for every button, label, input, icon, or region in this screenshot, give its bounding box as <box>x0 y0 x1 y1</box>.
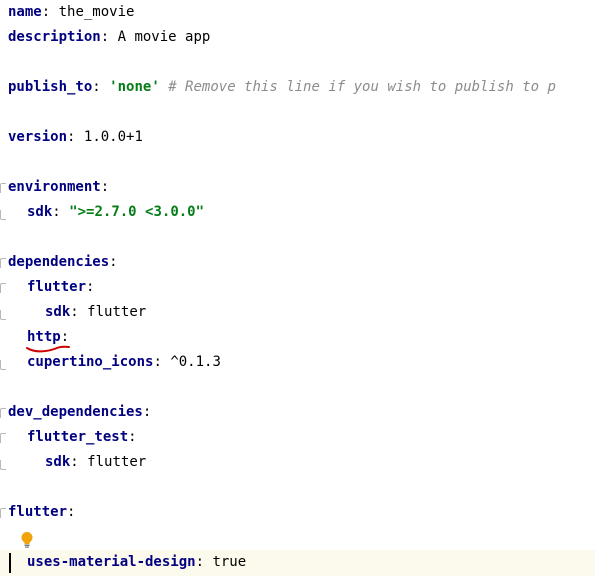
yaml-key: uses-material-design <box>27 554 196 570</box>
yaml-key: dependencies <box>8 254 110 270</box>
yaml-key: sdk <box>45 454 71 470</box>
line-dependencies[interactable]: dependencies: <box>0 250 118 275</box>
line-description[interactable]: description: A movie app <box>0 25 210 50</box>
yaml-colon: : <box>67 129 76 145</box>
line-flutter-section[interactable]: flutter: <box>0 500 75 525</box>
yaml-key: flutter_test <box>27 429 129 445</box>
yaml-colon: : <box>100 29 110 45</box>
yaml-colon: : <box>153 354 162 370</box>
yaml-value: ^0.1.3 <box>170 354 221 370</box>
line-environment-sdk[interactable]: sdk: ">=2.7.0 <3.0.0" <box>0 200 204 225</box>
line-version[interactable]: version: 1.0.0+1 <box>0 125 143 150</box>
yaml-key: name <box>8 4 42 20</box>
yaml-colon: : <box>100 179 110 195</box>
yaml-value: A movie app <box>117 29 211 45</box>
line-cupertino-icons[interactable]: cupertino_icons: ^0.1.3 <box>0 350 221 375</box>
yaml-comment: # Remove this line if you wish to publis… <box>168 79 556 95</box>
yaml-value: true <box>212 554 247 570</box>
yaml-key: dev_dependencies <box>8 404 143 420</box>
yaml-key: sdk <box>27 204 53 220</box>
yaml-key: cupertino_icons <box>27 354 154 370</box>
yaml-colon: : <box>52 204 61 220</box>
yaml-colon: : <box>142 404 152 420</box>
yaml-value: flutter <box>87 304 147 320</box>
yaml-colon: : <box>195 554 205 570</box>
yaml-string-value: 'none' <box>109 79 160 95</box>
yaml-key: publish_to <box>8 79 93 95</box>
line-flutter-test[interactable]: flutter_test: <box>0 425 137 450</box>
yaml-string-value: ">=2.7.0 <3.0.0" <box>69 204 205 220</box>
yaml-colon: : <box>128 429 137 445</box>
yaml-key: description <box>8 29 101 45</box>
line-uses-material-design[interactable]: uses-material-design: true <box>0 550 246 575</box>
line-flutter-sdk[interactable]: sdk: flutter <box>0 300 146 325</box>
yaml-colon: : <box>67 504 76 520</box>
yaml-key: flutter <box>27 279 87 295</box>
yaml-key: environment <box>8 179 101 195</box>
yaml-key: sdk <box>45 304 71 320</box>
yaml-value: 1.0.0+1 <box>83 129 143 145</box>
yaml-key: flutter <box>8 504 68 520</box>
lightbulb-icon[interactable] <box>20 531 34 549</box>
yaml-value: the_movie <box>58 4 135 20</box>
yaml-colon: : <box>109 254 118 270</box>
text-caret <box>9 553 11 573</box>
line-dev-dependencies[interactable]: dev_dependencies: <box>0 400 151 425</box>
line-name[interactable]: name: the_movie <box>0 0 134 25</box>
yaml-colon: : <box>86 279 95 295</box>
yaml-colon: : <box>41 4 51 20</box>
yaml-value: flutter <box>87 454 147 470</box>
yaml-editor[interactable]: name: the_movie description: A movie app… <box>0 0 595 585</box>
line-flutter[interactable]: flutter: <box>0 275 94 300</box>
yaml-colon: : <box>70 304 79 320</box>
yaml-key: version <box>8 129 68 145</box>
line-environment[interactable]: environment: <box>0 175 109 200</box>
line-flutter-test-sdk[interactable]: sdk: flutter <box>0 450 146 475</box>
yaml-colon: : <box>70 454 79 470</box>
line-publish-to[interactable]: publish_to: 'none' # Remove this line if… <box>0 75 556 100</box>
yaml-colon: : <box>92 79 101 95</box>
